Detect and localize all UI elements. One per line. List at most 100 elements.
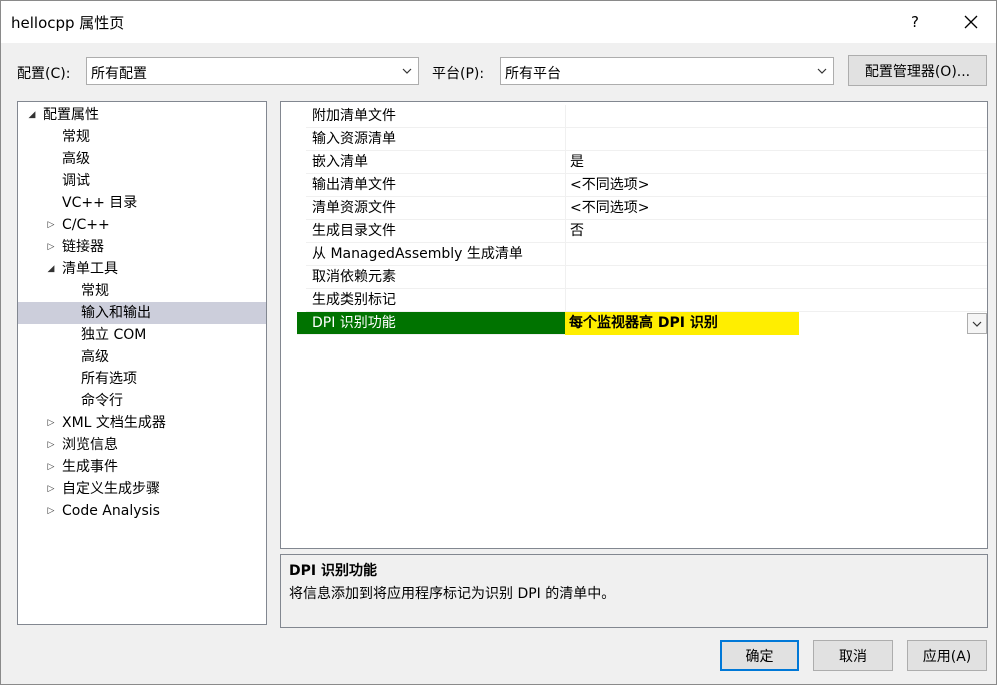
grid-row-suppress-dependency[interactable]: 取消依赖元素 [281,266,987,289]
tree-item-code-analysis[interactable]: ▷ Code Analysis [18,500,266,522]
tree-item-label: C/C++ [62,217,110,233]
tree-item-browse-info[interactable]: ▷ 浏览信息 [18,434,266,456]
property-value[interactable]: 每个监视器高 DPI 识别 [565,312,799,335]
property-grid: 附加清单文件 输入资源清单 嵌入清单 是 输出清单文件 <不同选项> 清单资源文… [280,101,988,549]
property-value[interactable] [565,105,987,128]
grid-row-output-manifest[interactable]: 输出清单文件 <不同选项> [281,174,987,197]
property-name: 生成类别标记 [306,289,565,312]
ok-button[interactable]: 确定 [720,640,799,671]
grid-row-generate-catalog[interactable]: 生成目录文件 否 [281,220,987,243]
tree-item-label: 生成事件 [62,459,118,475]
description-text: 将信息添加到将应用程序标记为识别 DPI 的清单中。 [289,586,616,602]
property-name: 从 ManagedAssembly 生成清单 [306,243,565,266]
property-name: 输出清单文件 [306,174,565,197]
platform-value: 所有平台 [505,66,561,82]
tree-item-label: 调试 [62,173,90,189]
tree-item-label: 所有选项 [81,371,137,387]
tree-item-label: 链接器 [62,239,104,255]
config-manager-button[interactable]: 配置管理器(O)... [848,55,987,86]
property-value[interactable] [565,289,987,312]
tree-item-label: 高级 [62,151,90,167]
tree-item-custom-build-step[interactable]: ▷ 自定义生成步骤 [18,478,266,500]
expand-icon[interactable]: ▷ [45,236,57,258]
expand-icon[interactable]: ▷ [45,434,57,456]
expand-icon[interactable]: ▷ [45,456,57,478]
tree-item-config-properties[interactable]: ◢ 配置属性 [18,104,266,126]
tree-item-debugging[interactable]: 调试 [18,170,266,192]
tree-item-label: 浏览信息 [62,437,118,453]
property-name: 取消依赖元素 [306,266,565,289]
title-bar: hellocpp 属性页 ? [1,1,996,43]
tree-item-cpp[interactable]: ▷ C/C++ [18,214,266,236]
tree-item-manifest-general[interactable]: 常规 [18,280,266,302]
platform-combo[interactable]: 所有平台 [500,57,834,85]
grid-row-manifest-resource[interactable]: 清单资源文件 <不同选项> [281,197,987,220]
tree-item-command-line[interactable]: 命令行 [18,390,266,412]
window-title: hellocpp 属性页 [11,14,125,32]
property-value[interactable]: <不同选项> [565,174,987,197]
tree-item-vc-directories[interactable]: VC++ 目录 [18,192,266,214]
chevron-down-icon [972,321,982,327]
property-value[interactable]: 否 [565,220,987,243]
config-value: 所有配置 [91,66,147,82]
tree-item-label: Code Analysis [62,503,160,519]
tree-item-label: 常规 [81,283,109,299]
tree-item-label: XML 文档生成器 [62,415,166,431]
tree-item-label: VC++ 目录 [62,195,138,211]
property-pages-dialog: hellocpp 属性页 ? 配置(C): 所有配置 平台(P): 所有平台 配… [0,0,997,685]
tree-item-label: 配置属性 [43,107,99,123]
grid-row-input-resource-manifest[interactable]: 输入资源清单 [281,128,987,151]
property-value[interactable]: 是 [565,151,987,174]
collapse-icon[interactable]: ◢ [26,104,38,126]
property-value[interactable] [565,128,987,151]
collapse-icon[interactable]: ◢ [45,258,57,280]
grid-row-embed-manifest[interactable]: 嵌入清单 是 [281,151,987,174]
grid-row-category-tags[interactable]: 生成类别标记 [281,289,987,312]
tree-item-linker[interactable]: ▷ 链接器 [18,236,266,258]
tree-item-general[interactable]: 常规 [18,126,266,148]
value-dropdown-button[interactable] [967,313,987,334]
tree-item-label: 清单工具 [62,261,118,277]
close-icon [964,15,978,29]
grid-row-dpi-awareness[interactable]: DPI 识别功能 每个监视器高 DPI 识别 [281,312,987,335]
property-name: 附加清单文件 [306,105,565,128]
description-pane: DPI 识别功能 将信息添加到将应用程序标记为识别 DPI 的清单中。 [280,554,988,628]
expand-icon[interactable]: ▷ [45,412,57,434]
tree-item-manifest-advanced[interactable]: 高级 [18,346,266,368]
expand-icon[interactable]: ▷ [45,214,57,236]
property-value[interactable]: <不同选项> [565,197,987,220]
tree-item-manifest-tool[interactable]: ◢ 清单工具 [18,258,266,280]
tree-item-label: 常规 [62,129,90,145]
tree-item-build-events[interactable]: ▷ 生成事件 [18,456,266,478]
tree-item-xml-doc-generator[interactable]: ▷ XML 文档生成器 [18,412,266,434]
expand-icon[interactable]: ▷ [45,478,57,500]
cancel-button[interactable]: 取消 [813,640,893,671]
property-value[interactable] [565,266,987,289]
tree-item-all-options[interactable]: 所有选项 [18,368,266,390]
tree-item-label: 自定义生成步骤 [62,481,160,497]
platform-label: 平台(P): [432,66,485,82]
close-button[interactable] [951,5,991,39]
tree-item-input-output[interactable]: 输入和输出 [18,302,266,324]
property-name: 生成目录文件 [306,220,565,243]
tree-item-label: 高级 [81,349,109,365]
property-name: 嵌入清单 [306,151,565,174]
config-label: 配置(C): [17,66,71,82]
property-tree: ◢ 配置属性 常规 高级 调试 VC++ 目录 ▷ C/C++ ▷ 链接器 ◢ … [17,101,267,625]
expand-icon[interactable]: ▷ [45,500,57,522]
property-name: DPI 识别功能 [297,312,565,335]
config-combo[interactable]: 所有配置 [86,57,419,85]
tree-item-label: 命令行 [81,393,123,409]
property-name: 清单资源文件 [306,197,565,220]
chevron-down-icon [817,68,827,74]
tree-item-isolated-com[interactable]: 独立 COM [18,324,266,346]
apply-button[interactable]: 应用(A) [907,640,987,671]
description-title: DPI 识别功能 [289,563,377,579]
grid-row-managed-assembly[interactable]: 从 ManagedAssembly 生成清单 [281,243,987,266]
help-button[interactable]: ? [899,5,931,39]
tree-item-label: 输入和输出 [81,305,151,321]
property-value[interactable] [565,243,987,266]
tree-item-advanced[interactable]: 高级 [18,148,266,170]
property-name: 输入资源清单 [306,128,565,151]
grid-row-additional-manifest[interactable]: 附加清单文件 [281,105,987,128]
